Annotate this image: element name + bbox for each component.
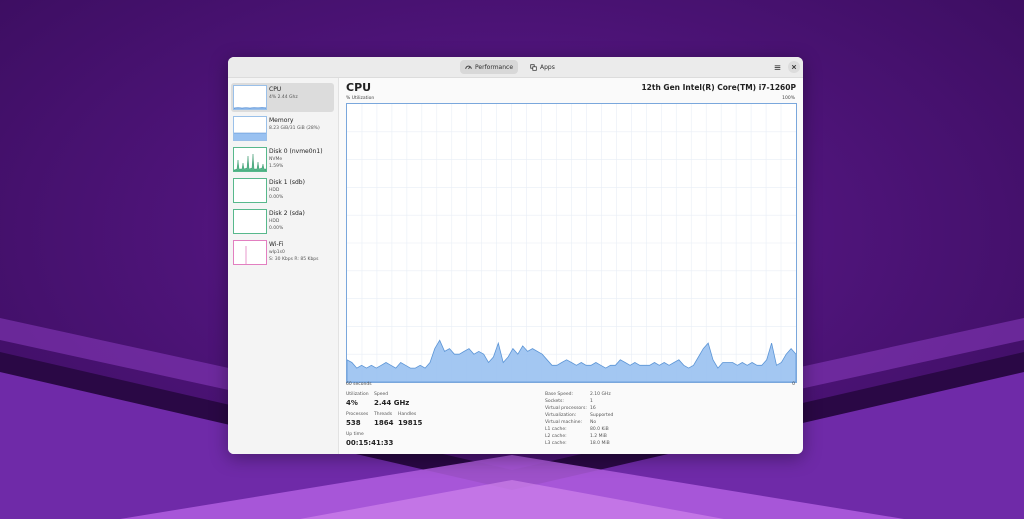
disk2-thumbnail	[233, 209, 267, 234]
sidebar-item-disk0[interactable]: Disk 0 (nvme0n1) NVMe 1.59%	[231, 145, 334, 174]
detail-value: 16	[590, 406, 596, 411]
gauge-icon	[465, 65, 472, 69]
y-axis-label: % Utilization	[346, 96, 375, 101]
sidebar-item-title: Wi-Fi	[269, 241, 284, 248]
detail-value: 2.10 GHz	[590, 392, 611, 397]
sidebar-item-subtitle: 8.23 GiB/31 GiB (28%)	[269, 126, 320, 131]
sidebar-item-memory[interactable]: Memory 8.23 GiB/31 GiB (28%)	[231, 114, 334, 143]
disk0-thumbnail	[233, 147, 267, 172]
tab-label: Performance	[475, 63, 514, 71]
detail-key: L2 cache:	[545, 434, 567, 439]
detail-key: L1 cache:	[545, 427, 567, 432]
handles-value: 19815	[398, 419, 423, 427]
sidebar-item-title: Disk 0 (nvme0n1)	[269, 148, 323, 155]
detail-value: Supported	[590, 413, 614, 418]
sidebar-item-subtitle: HDD	[269, 219, 280, 224]
x-axis-right-label: 0	[792, 382, 795, 387]
menu-button[interactable]	[771, 61, 783, 73]
main-panel: CPU 12th Gen Intel(R) Core(TM) i7-1260P …	[339, 78, 803, 454]
sidebar-item-subtitle: HDD	[269, 188, 280, 193]
detail-key: Base Speed:	[545, 392, 574, 397]
y-axis-max-label: 100%	[782, 96, 795, 101]
detail-value: 18.0 MiB	[590, 441, 610, 446]
apps-icon	[530, 63, 537, 71]
sidebar-item-disk2[interactable]: Disk 2 (sda) HDD 0.00%	[231, 207, 334, 236]
sidebar-item-subtitle-2: S: 30 Kbps R: 85 Kbps	[269, 257, 319, 262]
uptime-label: Up time	[346, 432, 364, 437]
sidebar-item-title: Memory	[269, 117, 294, 124]
detail-value: 1.2 MiB	[590, 434, 607, 439]
system-monitor-window: Performance Apps CPU 4% 2.44 Ghz Memory …	[228, 57, 803, 454]
sidebar-item-title: CPU	[269, 86, 282, 93]
wifi-thumbnail	[233, 240, 267, 265]
wifi-mini-graph	[245, 246, 247, 264]
graph-grid	[347, 104, 796, 382]
tab-performance[interactable]: Performance	[460, 60, 519, 74]
utilization-value: 4%	[346, 399, 358, 407]
detail-key: Sockets:	[545, 399, 564, 404]
uptime-value: 00:15:41:33	[346, 439, 394, 447]
sidebar-item-subtitle-2: 0.00%	[269, 226, 284, 231]
sidebar-item-subtitle: NVMe	[269, 157, 283, 162]
memory-thumbnail	[233, 116, 267, 141]
close-icon	[791, 64, 797, 70]
handles-label: Handles	[398, 412, 417, 417]
sidebar-item-cpu[interactable]: CPU 4% 2.44 Ghz	[231, 83, 334, 112]
header-bar: Performance Apps	[228, 57, 803, 78]
cpu-utilization-graph	[346, 103, 797, 383]
detail-value: No	[590, 420, 597, 425]
utilization-label: Utilization	[346, 392, 369, 397]
page-title: CPU	[346, 81, 372, 94]
cpu-graph-svg	[347, 104, 796, 382]
detail-key: Virtualization:	[545, 413, 577, 418]
detail-value: 1	[590, 399, 593, 404]
cpu-thumbnail	[233, 85, 267, 110]
close-button[interactable]	[788, 61, 800, 73]
sidebar-item-subtitle-2: 1.59%	[269, 164, 284, 169]
sidebar-item-subtitle: 4% 2.44 Ghz	[269, 95, 298, 100]
speed-label: Speed	[374, 392, 389, 397]
sidebar-item-disk1[interactable]: Disk 1 (sdb) HDD 0.00%	[231, 176, 334, 205]
disk1-thumbnail	[233, 178, 267, 203]
sidebar-item-wifi[interactable]: Wi-Fi wlp1s0 S: 30 Kbps R: 85 Kbps	[231, 238, 334, 267]
sidebar-item-subtitle-2: 0.00%	[269, 195, 284, 200]
detail-key: L3 cache:	[545, 441, 567, 446]
sidebar-item-title: Disk 2 (sda)	[269, 210, 305, 217]
cpu-mini-graph	[234, 107, 266, 109]
tab-apps[interactable]: Apps	[525, 60, 560, 74]
memory-mini-graph	[234, 132, 266, 140]
processes-value: 538	[346, 419, 361, 427]
tab-label: Apps	[540, 63, 555, 71]
speed-value: 2.44 GHz	[374, 399, 410, 407]
cpu-model: 12th Gen Intel(R) Core(TM) i7-1260P	[641, 83, 796, 92]
sidebar-item-subtitle: wlp1s0	[269, 250, 285, 255]
detail-value: 80.0 KiB	[590, 427, 609, 432]
processes-label: Processes	[346, 412, 369, 417]
sidebar-item-title: Disk 1 (sdb)	[269, 179, 305, 186]
hamburger-menu-icon	[774, 64, 780, 70]
threads-value: 1864	[374, 419, 394, 427]
disk0-mini-graph	[234, 153, 266, 171]
detail-key: Virtual machine:	[545, 420, 582, 425]
threads-label: Threads	[374, 412, 393, 417]
x-axis-left-label: 60 seconds	[346, 382, 372, 387]
sidebar: CPU 4% 2.44 Ghz Memory 8.23 GiB/31 GiB (…	[228, 78, 339, 454]
detail-key: Virtual processors:	[545, 406, 587, 411]
